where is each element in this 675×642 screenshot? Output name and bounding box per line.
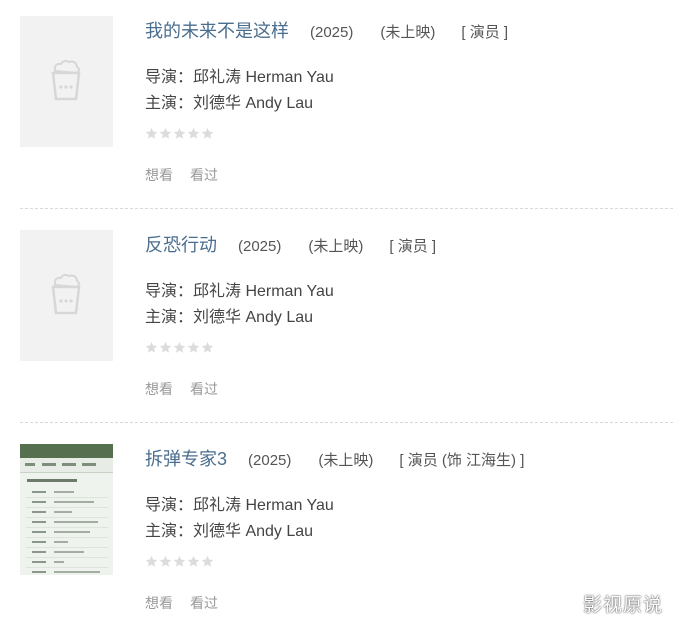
star-icon[interactable]: [145, 341, 158, 354]
watched-button[interactable]: 看过: [190, 593, 218, 613]
release-year: (2025): [238, 238, 282, 255]
release-status: (未上映): [308, 238, 364, 255]
action-links: 想看 看过: [145, 593, 235, 613]
watched-button[interactable]: 看过: [190, 165, 218, 185]
movie-title-link[interactable]: 反恐行动: [145, 231, 217, 257]
star-icon[interactable]: [159, 127, 172, 140]
cast-line: 主演：刘德华 Andy Lau: [145, 523, 314, 540]
divider: [20, 208, 673, 209]
poster-doc-title: [27, 479, 77, 482]
release-status: (未上映): [318, 452, 374, 469]
director-line: 导演：邱礼涛 Herman Yau: [145, 69, 334, 86]
role-tag: [ 演员 ]: [461, 24, 509, 41]
director-line: 导演：邱礼涛 Herman Yau: [145, 283, 334, 300]
release-year: (2025): [248, 452, 292, 469]
star-icon[interactable]: [187, 127, 200, 140]
divider: [20, 422, 673, 423]
poster-header-band: [20, 444, 113, 458]
movie-poster-placeholder[interactable]: [20, 16, 113, 147]
want-to-watch-button[interactable]: 想看: [145, 165, 173, 185]
title-row: 反恐行动 (2025) (未上映) [ 演员 ]: [145, 231, 436, 257]
movie-poster[interactable]: [20, 444, 113, 575]
want-to-watch-button[interactable]: 想看: [145, 379, 173, 399]
title-row: 拆弹专家3 (2025) (未上映) [ 演员 (饰 江海生) ]: [145, 445, 524, 471]
cast-line: 主演：刘德华 Andy Lau: [145, 309, 314, 326]
movie-item: 拆弹专家3 (2025) (未上映) [ 演员 (饰 江海生) ] 导演：邱礼涛…: [0, 428, 675, 642]
star-icon[interactable]: [201, 555, 214, 568]
title-row: 我的未来不是这样 (2025) (未上映) [ 演员 ]: [145, 17, 508, 43]
cast-line: 主演：刘德华 Andy Lau: [145, 95, 314, 112]
release-status: (未上映): [380, 24, 436, 41]
star-icon[interactable]: [173, 127, 186, 140]
movie-item: 反恐行动 (2025) (未上映) [ 演员 ] 导演：邱礼涛 Herman Y…: [0, 214, 675, 428]
star-rating[interactable]: [145, 341, 215, 354]
want-to-watch-button[interactable]: 想看: [145, 593, 173, 613]
star-rating[interactable]: [145, 127, 215, 140]
movie-title-link[interactable]: 拆弹专家3: [145, 445, 227, 471]
star-icon[interactable]: [145, 127, 158, 140]
movie-item: 我的未来不是这样 (2025) (未上映) [ 演员 ] 导演：邱礼涛 Herm…: [0, 0, 675, 214]
star-icon[interactable]: [201, 127, 214, 140]
action-links: 想看 看过: [145, 165, 235, 185]
poster-doc-rows: [26, 488, 108, 575]
star-icon[interactable]: [145, 555, 158, 568]
star-icon[interactable]: [159, 341, 172, 354]
star-icon[interactable]: [201, 341, 214, 354]
star-icon[interactable]: [187, 341, 200, 354]
watched-button[interactable]: 看过: [190, 379, 218, 399]
poster-nav-band: [20, 458, 113, 473]
star-icon[interactable]: [173, 555, 186, 568]
movie-poster-placeholder[interactable]: [20, 230, 113, 361]
watermark: 影视原说: [582, 595, 663, 616]
star-rating[interactable]: [145, 555, 215, 568]
director-line: 导演：邱礼涛 Herman Yau: [145, 497, 334, 514]
star-icon[interactable]: [173, 341, 186, 354]
release-year: (2025): [310, 24, 354, 41]
movie-title-link[interactable]: 我的未来不是这样: [145, 17, 289, 43]
action-links: 想看 看过: [145, 379, 235, 399]
popcorn-placeholder-icon: [51, 273, 81, 315]
popcorn-placeholder-icon: [51, 59, 81, 101]
star-icon[interactable]: [159, 555, 172, 568]
role-tag: [ 演员 (饰 江海生) ]: [399, 452, 525, 469]
role-tag: [ 演员 ]: [389, 238, 437, 255]
star-icon[interactable]: [187, 555, 200, 568]
